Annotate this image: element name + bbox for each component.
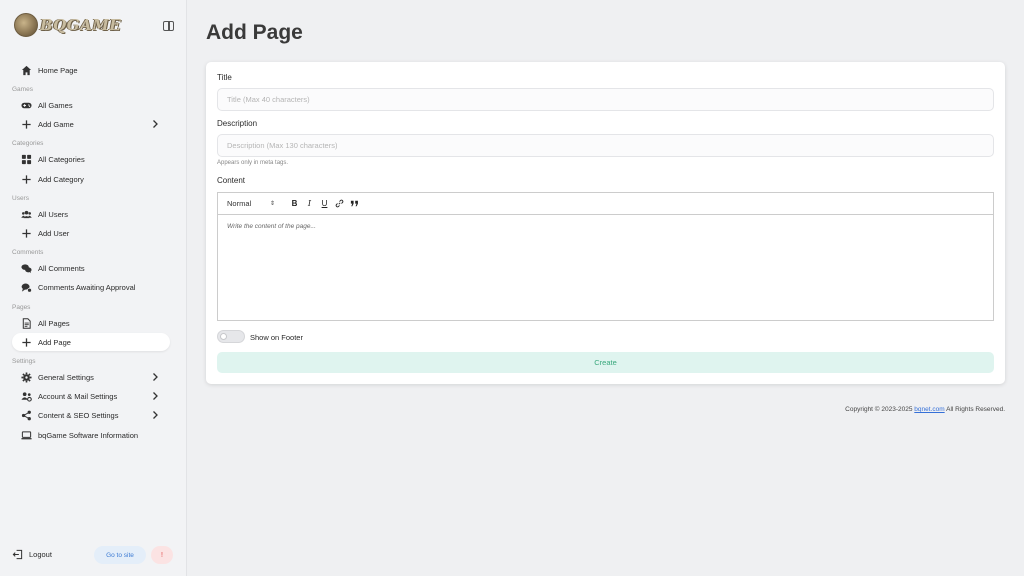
go-to-site-button[interactable]: Go to site (94, 546, 146, 564)
italic-button[interactable]: I (302, 199, 317, 208)
sidebar-item-label: Add Page (38, 337, 71, 347)
sidebar-item-label: Home Page (38, 65, 78, 75)
sidebar-item-all-users[interactable]: All Users (12, 205, 170, 223)
plus-icon (20, 118, 32, 130)
copyright-prefix: Copyright © 2023-2025 (845, 406, 913, 413)
add-page-form: Title Description Appears only in meta t… (206, 62, 1005, 384)
toggle-knob (220, 333, 227, 340)
sidebar: BQGAME Home Page Games All Games Add Gam… (0, 0, 187, 576)
sidebar-item-label: All Users (38, 209, 69, 219)
share-icon (20, 409, 32, 421)
link-icon (335, 199, 344, 208)
sidebar-item-account-mail-settings[interactable]: Account & Mail Settings (12, 387, 170, 405)
chevron-right-icon (153, 392, 158, 400)
show-on-footer-toggle[interactable] (217, 330, 245, 343)
chevron-right-icon (153, 120, 158, 128)
sidebar-item-label: All Categories (38, 154, 85, 164)
comments-icon (20, 262, 32, 274)
sidebar-item-all-games[interactable]: All Games (12, 96, 170, 114)
document-icon (20, 317, 32, 329)
plus-icon (20, 336, 32, 348)
section-label-settings: Settings (12, 358, 36, 365)
sidebar-item-add-page[interactable]: Add Page (12, 333, 170, 351)
sidebar-item-label: bqGame Software Information (38, 430, 139, 440)
section-label-categories: Categories (12, 140, 44, 147)
logout-label: Logout (29, 550, 52, 559)
sidebar-item-all-pages[interactable]: All Pages (12, 314, 170, 332)
sidebar-item-home[interactable]: Home Page (12, 61, 170, 79)
description-input[interactable] (217, 134, 994, 157)
content-label: Content (217, 176, 246, 185)
description-hint: Appears only in meta tags. (217, 160, 289, 166)
gear-icon (20, 371, 32, 383)
editor-content-area[interactable]: Write the content of the page... (218, 215, 993, 238)
section-label-comments: Comments (12, 249, 44, 256)
section-label-games: Games (12, 86, 33, 93)
alert-button[interactable]: ! (151, 546, 173, 564)
title-label: Title (217, 73, 232, 82)
sidebar-item-comments-awaiting[interactable]: Comments Awaiting Approval (12, 278, 170, 296)
section-label-pages: Pages (12, 304, 31, 311)
sidebar-item-label: Account & Mail Settings (38, 391, 118, 401)
grid-icon (20, 153, 32, 165)
sidebar-item-all-comments[interactable]: All Comments (12, 259, 170, 277)
computer-icon (20, 429, 32, 441)
logout-icon (12, 549, 23, 560)
home-icon (20, 64, 32, 76)
section-label-users: Users (12, 195, 29, 202)
comments-pending-icon (20, 281, 32, 293)
plus-icon (20, 173, 32, 185)
copyright-link[interactable]: bqnet.com (914, 406, 944, 413)
users-icon (20, 208, 32, 220)
format-select[interactable]: Normal ⇕ (227, 199, 275, 208)
blockquote-button[interactable] (347, 199, 362, 208)
brand-name: BQGAME (40, 16, 122, 34)
logout-button[interactable]: Logout (12, 549, 52, 560)
sidebar-item-label: Add Game (38, 119, 74, 129)
copyright: Copyright © 2023-2025 bqnet.com All Righ… (845, 406, 1005, 413)
show-on-footer-label: Show on Footer (250, 333, 303, 342)
sidebar-toggle-icon[interactable] (163, 21, 174, 31)
title-input[interactable] (217, 88, 994, 111)
gamepad-icon (20, 99, 32, 111)
sidebar-item-label: General Settings (38, 372, 94, 382)
quote-icon (350, 200, 358, 207)
mascot-icon (14, 13, 38, 37)
copyright-suffix: All Rights Reserved. (946, 406, 1005, 413)
sidebar-item-label: All Pages (38, 318, 70, 328)
sidebar-item-label: Add User (38, 228, 70, 238)
bold-button[interactable]: B (287, 199, 302, 208)
select-arrows-icon: ⇕ (269, 201, 275, 207)
create-button[interactable]: Create (217, 352, 994, 373)
chevron-right-icon (153, 373, 158, 381)
sidebar-item-add-category[interactable]: Add Category (12, 170, 170, 188)
sidebar-item-label: Comments Awaiting Approval (38, 282, 136, 292)
sidebar-item-label: All Games (38, 100, 73, 110)
editor-toolbar: Normal ⇕ B I U (218, 193, 993, 215)
sidebar-item-content-seo-settings[interactable]: Content & SEO Settings (12, 406, 170, 424)
sidebar-item-add-user[interactable]: Add User (12, 224, 170, 242)
sidebar-item-add-game[interactable]: Add Game (12, 115, 170, 133)
sidebar-item-general-settings[interactable]: General Settings (12, 368, 170, 386)
sidebar-item-all-categories[interactable]: All Categories (12, 150, 170, 168)
sidebar-item-label: Add Category (38, 174, 84, 184)
plus-icon (20, 227, 32, 239)
content-editor: Normal ⇕ B I U Write the content of the … (217, 192, 994, 321)
sidebar-item-label: All Comments (38, 263, 85, 273)
link-button[interactable] (332, 199, 347, 208)
underline-button[interactable]: U (317, 199, 332, 208)
chevron-right-icon (153, 411, 158, 419)
brand-logo[interactable]: BQGAME (14, 13, 121, 37)
users-cog-icon (20, 390, 32, 402)
description-label: Description (217, 119, 258, 128)
sidebar-item-software-info[interactable]: bqGame Software Information (12, 426, 170, 444)
page-title: Add Page (206, 21, 303, 44)
format-select-value: Normal (227, 199, 252, 208)
sidebar-item-label: Content & SEO Settings (38, 410, 119, 420)
